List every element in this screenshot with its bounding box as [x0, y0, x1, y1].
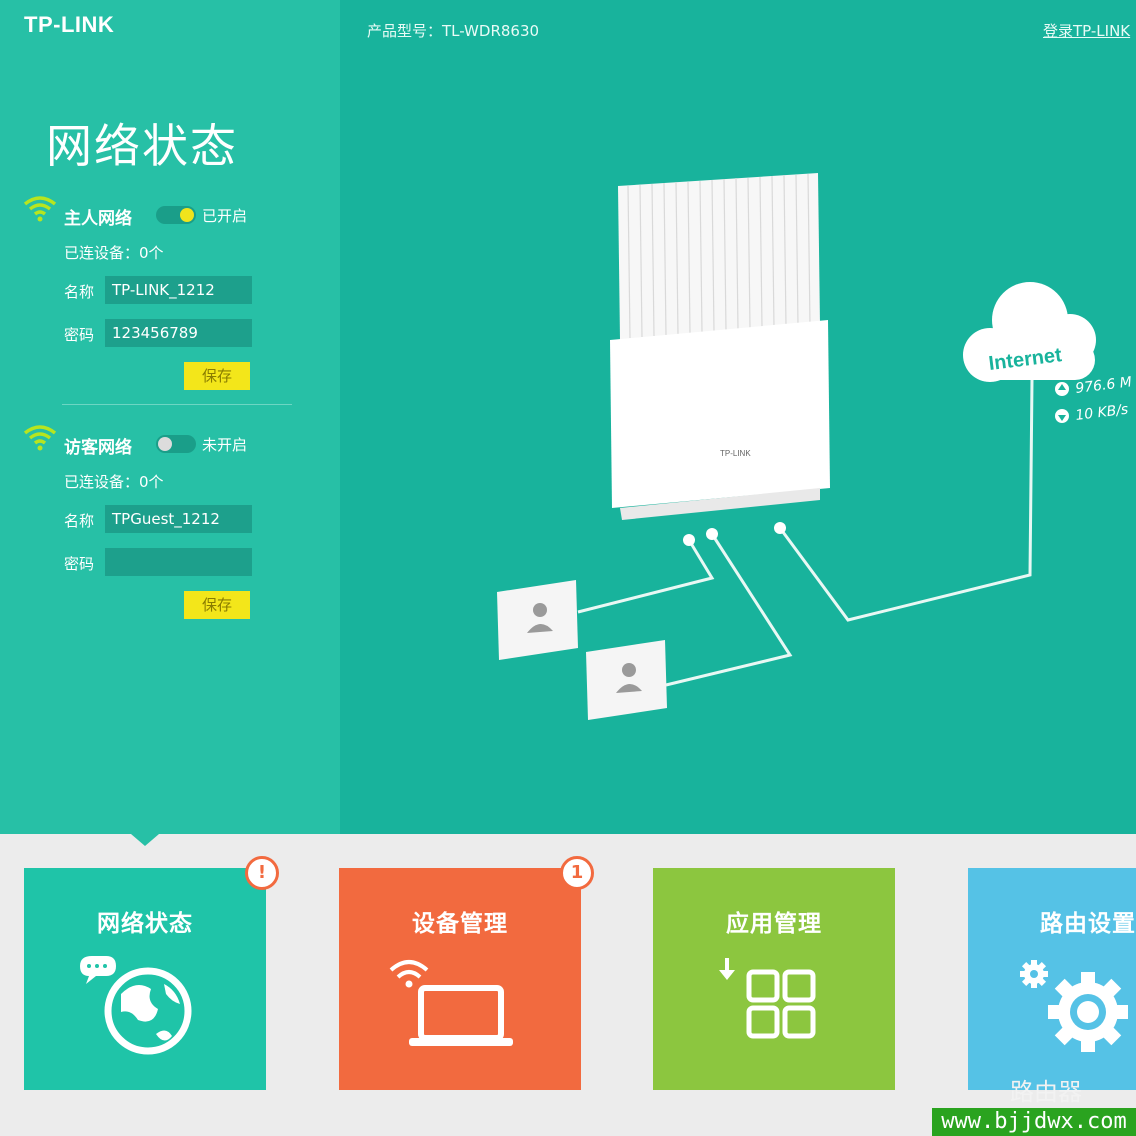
guest-password-label: 密码 [64, 555, 95, 573]
guest-network-name: 访客网络 [64, 438, 132, 458]
download-icon [1055, 409, 1069, 423]
main-area: TP-LINK 网络状态 主人网络 已开启 已连设备：0个 名称 TP-LINK… [0, 0, 1136, 834]
gear-icon [1020, 960, 1128, 1052]
tile-device-management[interactable]: 设备管理 1 [339, 856, 594, 1090]
guest-ssid-field[interactable]: TPGuest_1212 [105, 505, 252, 533]
tile-label: 应用管理 [726, 911, 822, 937]
site-banner: www.bjjdwx.com [932, 1108, 1136, 1136]
toggle-knob [180, 208, 194, 222]
tile-label: 设备管理 [412, 911, 508, 937]
router-brand: TP-LINK [720, 449, 751, 458]
download-speed: 10 KB/s [1075, 402, 1130, 424]
guest-ssid-label: 名称 [64, 512, 95, 530]
port-dot [706, 528, 718, 540]
guest-connected-count: 已连设备：0个 [64, 473, 164, 491]
tile-app-management[interactable]: 应用管理 [653, 868, 895, 1090]
main-network-toggle[interactable] [156, 206, 196, 224]
guest-save-button[interactable]: 保存 [184, 591, 250, 619]
cable-line [665, 533, 793, 687]
apps-grid-icon [719, 958, 816, 1039]
active-tab-pointer [131, 834, 159, 846]
main-password-field[interactable]: 123456789 [105, 319, 252, 347]
wifi-icon [23, 196, 57, 222]
wifi-icon [23, 425, 57, 451]
alert-badge: ! [245, 856, 279, 890]
main-password-label: 密码 [64, 326, 95, 344]
tile-label: 网络状态 [97, 911, 193, 937]
globe-icon [80, 956, 192, 1055]
internet-cloud-icon: Internet [963, 282, 1096, 382]
watermark-text: 路由器 [1010, 1078, 1082, 1106]
tile-router-settings[interactable]: 路由设置 [968, 868, 1136, 1090]
cable-line [577, 539, 715, 614]
sidebar: TP-LINK 网络状态 主人网络 已开启 已连设备：0个 名称 TP-LINK… [0, 0, 340, 834]
main-network-name: 主人网络 [64, 209, 132, 229]
tile-network-status[interactable]: 网络状态 ! [24, 856, 279, 1090]
client-device-icon [586, 640, 667, 720]
toggle-knob [158, 437, 172, 451]
page-title: 网络状态 [46, 119, 238, 173]
main-connected-count: 已连设备：0个 [64, 244, 164, 262]
guest-network-state: 未开启 [202, 436, 248, 454]
port-dot [774, 522, 786, 534]
port-dot [683, 534, 695, 546]
main-ssid-field[interactable]: TP-LINK_1212 [105, 276, 252, 304]
guest-password-field[interactable] [105, 548, 252, 576]
main-network-state: 已开启 [202, 207, 248, 225]
guest-network-toggle[interactable] [156, 435, 196, 453]
laptop-wifi-icon [389, 960, 513, 1046]
client-device-icon [497, 580, 578, 660]
upload-icon [1055, 382, 1069, 396]
router-icon: TP-LINK [610, 173, 830, 520]
tile-label: 路由设置 [1040, 911, 1136, 937]
divider [62, 404, 292, 405]
main-save-button[interactable]: 保存 [184, 362, 250, 390]
count-badge: 1 [560, 856, 594, 890]
main-ssid-label: 名称 [64, 283, 95, 301]
network-diagram: TP-LINK Internet 976.6 M 10 KB/s [497, 173, 1133, 720]
tp-link-logo: TP-LINK [24, 12, 115, 37]
